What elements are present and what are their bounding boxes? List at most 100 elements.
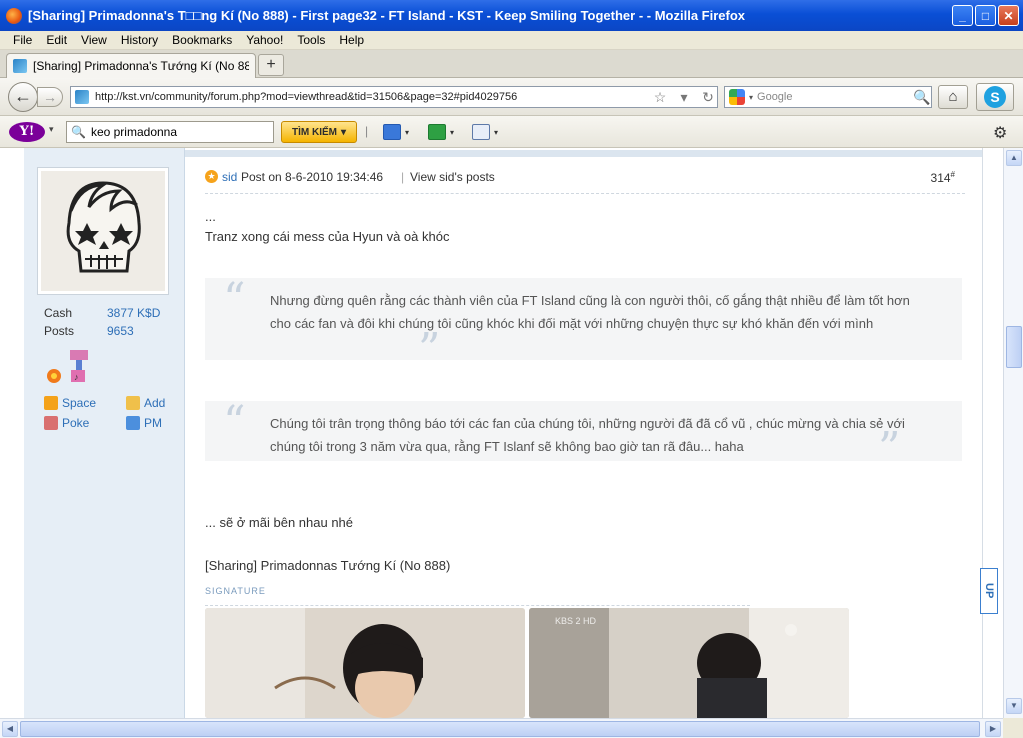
poke-link-label: Poke [62, 416, 90, 430]
search-magnifier-icon[interactable]: 🔍 [913, 89, 931, 106]
menu-yahoo[interactable]: Yahoo! [239, 33, 290, 47]
url-dropdown-icon[interactable]: ▾ [675, 89, 693, 106]
horizontal-scroll-thumb[interactable] [20, 721, 980, 737]
yahoo-menu-dropdown-icon[interactable]: ▾ [49, 124, 54, 135]
menu-help[interactable]: Help [332, 33, 371, 47]
scroll-down-arrow-icon[interactable]: ▼ [1006, 698, 1022, 714]
stat-value[interactable]: 3877 K$D [107, 306, 160, 320]
user-links: Space Add Poke PM [44, 396, 188, 436]
menu-view[interactable]: View [74, 33, 114, 47]
search-engine-dropdown-icon[interactable]: ▾ [749, 93, 753, 102]
menu-file[interactable]: File [6, 33, 39, 47]
toolbar-separator: | [365, 124, 369, 138]
yahoo-search-button-dropdown-icon[interactable]: ▾ [341, 127, 346, 138]
header-divider: | [401, 170, 405, 184]
stat-value[interactable]: 9653 [107, 324, 134, 338]
photo-watermark: KBS 2 HD [555, 616, 597, 626]
medals: ♪ [44, 348, 104, 388]
window-titlebar: [Sharing] Primadonna's T□□ng Kí (No 888)… [0, 0, 1023, 31]
menu-bar: File Edit View History Bookmarks Yahoo! … [0, 31, 1023, 50]
yahoo-search-icon: 🔍 [71, 125, 86, 139]
yahoo-pages-button[interactable]: ▾ [472, 123, 498, 141]
poke-link[interactable]: Poke [44, 416, 106, 430]
yahoo-search-input[interactable]: 🔍 keo primadonna [66, 121, 274, 143]
space-link[interactable]: Space [44, 396, 106, 410]
menu-tools[interactable]: Tools [290, 33, 332, 47]
search-input[interactable]: Google [757, 91, 909, 103]
skype-icon: S [984, 86, 1006, 108]
firefox-logo-icon [6, 7, 22, 24]
close-button[interactable]: ✕ [998, 5, 1019, 26]
scrollbar-corner [1003, 718, 1023, 738]
stat-cash: Cash 3877 K$D [44, 306, 164, 320]
new-tab-button[interactable]: + [258, 54, 284, 76]
mail-envelope-icon [383, 124, 401, 140]
minimize-button[interactable]: _ [952, 5, 973, 26]
page-margin-right [982, 148, 1003, 718]
maximize-button[interactable]: □ [975, 5, 996, 26]
user-stats: Cash 3877 K$D Posts 9653 [44, 306, 164, 342]
pages-dropdown-icon[interactable]: ▾ [494, 128, 498, 137]
pages-icon [472, 124, 490, 140]
add-friend-link[interactable]: Add [126, 396, 188, 410]
online-star-icon: ★ [205, 170, 218, 183]
bookmark-star-icon[interactable]: ☆ [651, 89, 669, 106]
thread-title-text: [Sharing] Primadonnas Tướng Kí (No 888) [205, 558, 451, 573]
floor-number: 314 [930, 171, 951, 185]
google-icon[interactable] [729, 89, 745, 105]
post-main: ★ sid Post on 8-6-2010 19:34:46 | View s… [185, 157, 982, 718]
post-author-link[interactable]: sid [222, 170, 237, 184]
signature-label: SIGNATURE [205, 586, 270, 596]
menu-history[interactable]: History [114, 33, 165, 47]
avatar[interactable] [38, 168, 168, 294]
gear-icon[interactable]: ⚙ [993, 123, 1007, 143]
back-to-top-button[interactable]: UP [980, 568, 998, 614]
medal-icons: ♪ [47, 350, 88, 383]
search-bar[interactable]: ▾ Google 🔍 [724, 86, 932, 108]
yahoo-search-value[interactable]: keo primadonna [91, 125, 177, 139]
vertical-scroll-thumb[interactable] [1006, 326, 1022, 368]
scroll-left-arrow-icon[interactable]: ◀ [2, 721, 18, 737]
window-title: [Sharing] Primadonna's T□□ng Kí (No 888)… [28, 8, 746, 23]
signature-photo [205, 608, 525, 718]
yahoo-search-button[interactable]: TÌM KIẾM ▾ [281, 121, 357, 143]
back-button[interactable]: ← [8, 82, 38, 112]
menu-bookmarks[interactable]: Bookmarks [165, 33, 239, 47]
apps-dropdown-icon[interactable]: ▾ [450, 128, 454, 137]
quote-open-mark: “ [223, 274, 246, 325]
site-favicon-icon [75, 90, 89, 104]
forward-button[interactable]: → [37, 87, 63, 107]
navigation-bar: ← → http://kst.vn/community/forum.php?mo… [0, 78, 1023, 116]
quote-block: “ Chúng tôi trân trọng thông báo tới các… [205, 401, 962, 471]
mail-dropdown-icon[interactable]: ▾ [405, 128, 409, 137]
photo-illustration [205, 608, 525, 718]
reload-icon[interactable]: ↻ [699, 89, 717, 106]
url-text[interactable]: http://kst.vn/community/forum.php?mod=vi… [95, 91, 645, 103]
vertical-scrollbar[interactable]: ▲ ▼ [1003, 148, 1023, 718]
tab-current[interactable]: [Sharing] Primadonna's Tướng Kí (No 888)… [6, 53, 256, 78]
skype-button[interactable]: S [976, 83, 1014, 111]
post-floor-number[interactable]: 314# [931, 170, 955, 185]
svg-text:♪: ♪ [74, 372, 79, 382]
home-button[interactable]: ⌂ [938, 85, 968, 109]
quote-text: Chúng tôi trân trọng thông báo tới các f… [270, 416, 905, 454]
pm-link[interactable]: PM [126, 416, 188, 430]
add-link-label: Add [144, 396, 166, 410]
url-bar[interactable]: http://kst.vn/community/forum.php?mod=vi… [70, 86, 718, 108]
stat-label: Posts [44, 324, 75, 338]
page-content: Cash 3877 K$D Posts 9653 ♪ Space Add Pok… [0, 148, 1003, 718]
yahoo-logo-icon[interactable]: Y! [9, 122, 45, 142]
signature-photo: KBS 2 HD [529, 608, 849, 718]
yahoo-toolbar: Y! ▾ 🔍 keo primadonna TÌM KIẾM ▾ | ▾ ▾ ▾… [0, 116, 1023, 148]
menu-edit[interactable]: Edit [39, 33, 74, 47]
yahoo-mail-button[interactable]: ▾ [383, 123, 409, 141]
scroll-up-arrow-icon[interactable]: ▲ [1006, 150, 1022, 166]
space-link-label: Space [62, 396, 97, 410]
tab-title: [Sharing] Primadonna's Tướng Kí (No 888)… [33, 59, 249, 73]
yahoo-apps-button[interactable]: ▾ [428, 123, 454, 141]
horizontal-scrollbar[interactable]: ◀ ▶ [0, 718, 1023, 738]
post-line: ... sẽ ở mãi bên nhau nhé [205, 515, 354, 530]
scroll-right-arrow-icon[interactable]: ▶ [985, 721, 1001, 737]
post-date: Post on 8-6-2010 19:34:46 [241, 170, 384, 184]
view-author-posts-link[interactable]: View sid's posts [410, 170, 495, 184]
